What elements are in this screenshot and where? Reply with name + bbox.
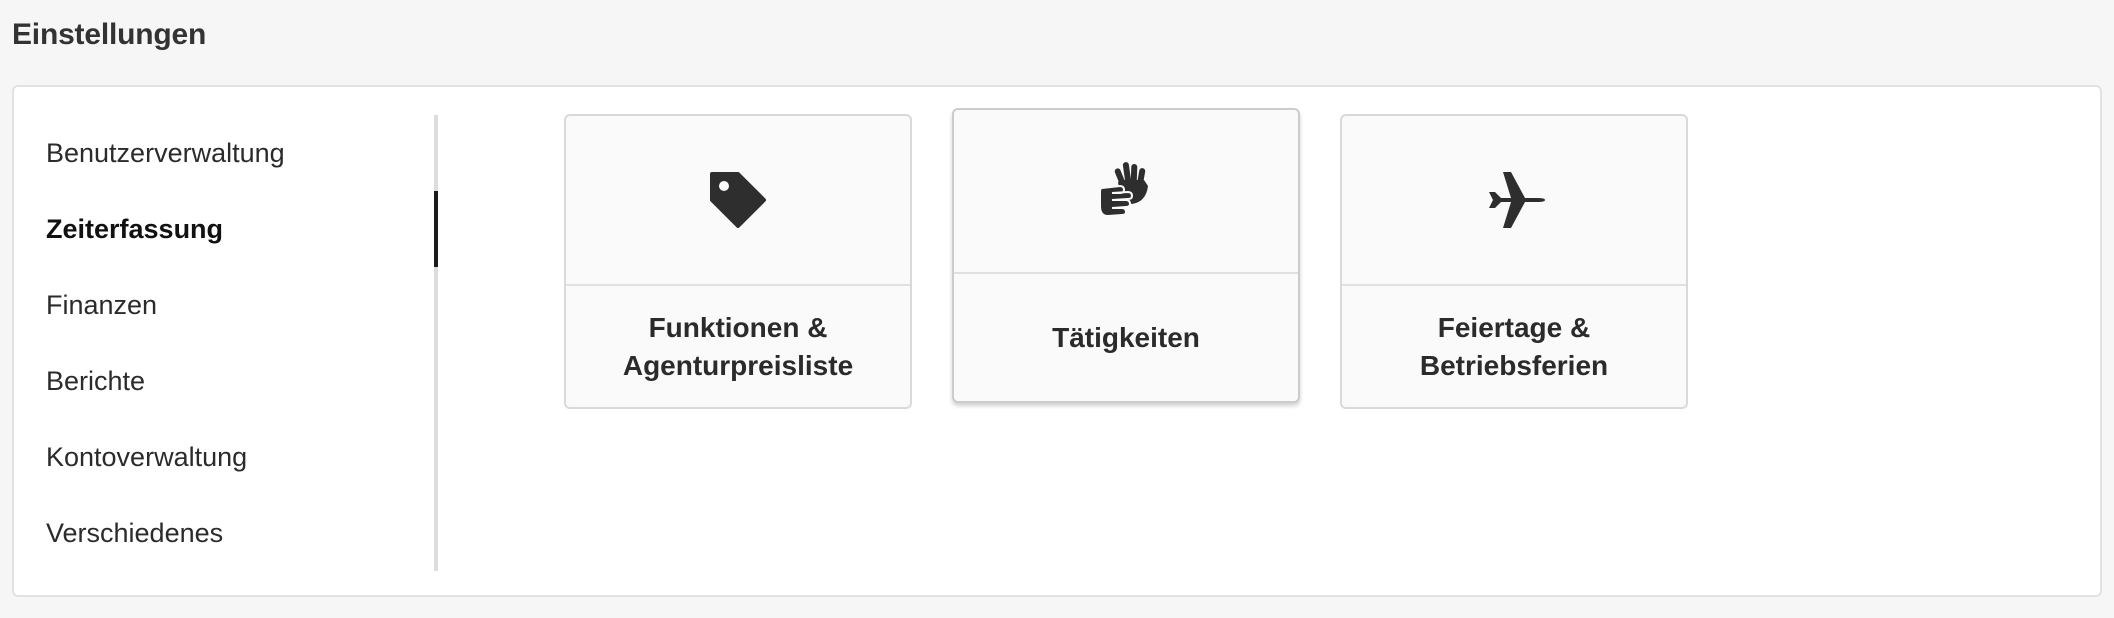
card-label-line1: Funktionen & [648,311,828,343]
sidebar-active-indicator [434,191,438,267]
sidebar-item-label: Berichte [46,365,146,396]
sidebar-item-label: Finanzen [46,289,158,320]
sidebar-item-label: Kontoverwaltung [46,441,248,472]
card-label-line1: Tätigkeiten [1052,321,1200,353]
card-label: Funktionen & Agenturpreisliste [566,286,910,407]
settings-sidebar: Benutzerverwaltung Zeiterfassung Finanze… [14,115,438,571]
sidebar-item-finanzen[interactable]: Finanzen [46,267,434,343]
card-taetigkeiten[interactable]: Tätigkeiten [952,108,1300,403]
page-title: Einstellungen [12,18,207,51]
sidebar-item-label: Zeiterfassung [46,213,224,244]
sidebar-item-benutzerverwaltung[interactable]: Benutzerverwaltung [46,115,434,191]
card-icon-area [954,110,1298,274]
card-icon-area [1342,116,1686,286]
airplane-icon [1481,170,1547,230]
tag-icon [708,170,768,230]
sidebar-item-label: Benutzerverwaltung [46,137,285,168]
hands-icon [1098,160,1154,222]
sidebar-item-verschiedenes[interactable]: Verschiedenes [46,495,434,571]
card-icon-area [566,116,910,286]
sidebar-item-berichte[interactable]: Berichte [46,343,434,419]
sidebar-item-kontoverwaltung[interactable]: Kontoverwaltung [46,419,434,495]
card-label-line2: Agenturpreisliste [622,349,854,381]
card-label: Feiertage & Betriebsferien [1342,286,1686,407]
card-label: Tätigkeiten [954,274,1298,401]
sidebar-item-zeiterfassung[interactable]: Zeiterfassung [46,191,434,267]
sidebar-item-label: Verschiedenes [46,517,224,548]
card-label-line1: Feiertage & [1437,311,1591,343]
card-label-line2: Betriebsferien [1419,349,1609,381]
settings-panel: Benutzerverwaltung Zeiterfassung Finanze… [12,85,2102,597]
card-feiertage-betriebsferien[interactable]: Feiertage & Betriebsferien [1340,114,1688,409]
card-funktionen-agenturpreisliste[interactable]: Funktionen & Agenturpreisliste [564,114,912,409]
